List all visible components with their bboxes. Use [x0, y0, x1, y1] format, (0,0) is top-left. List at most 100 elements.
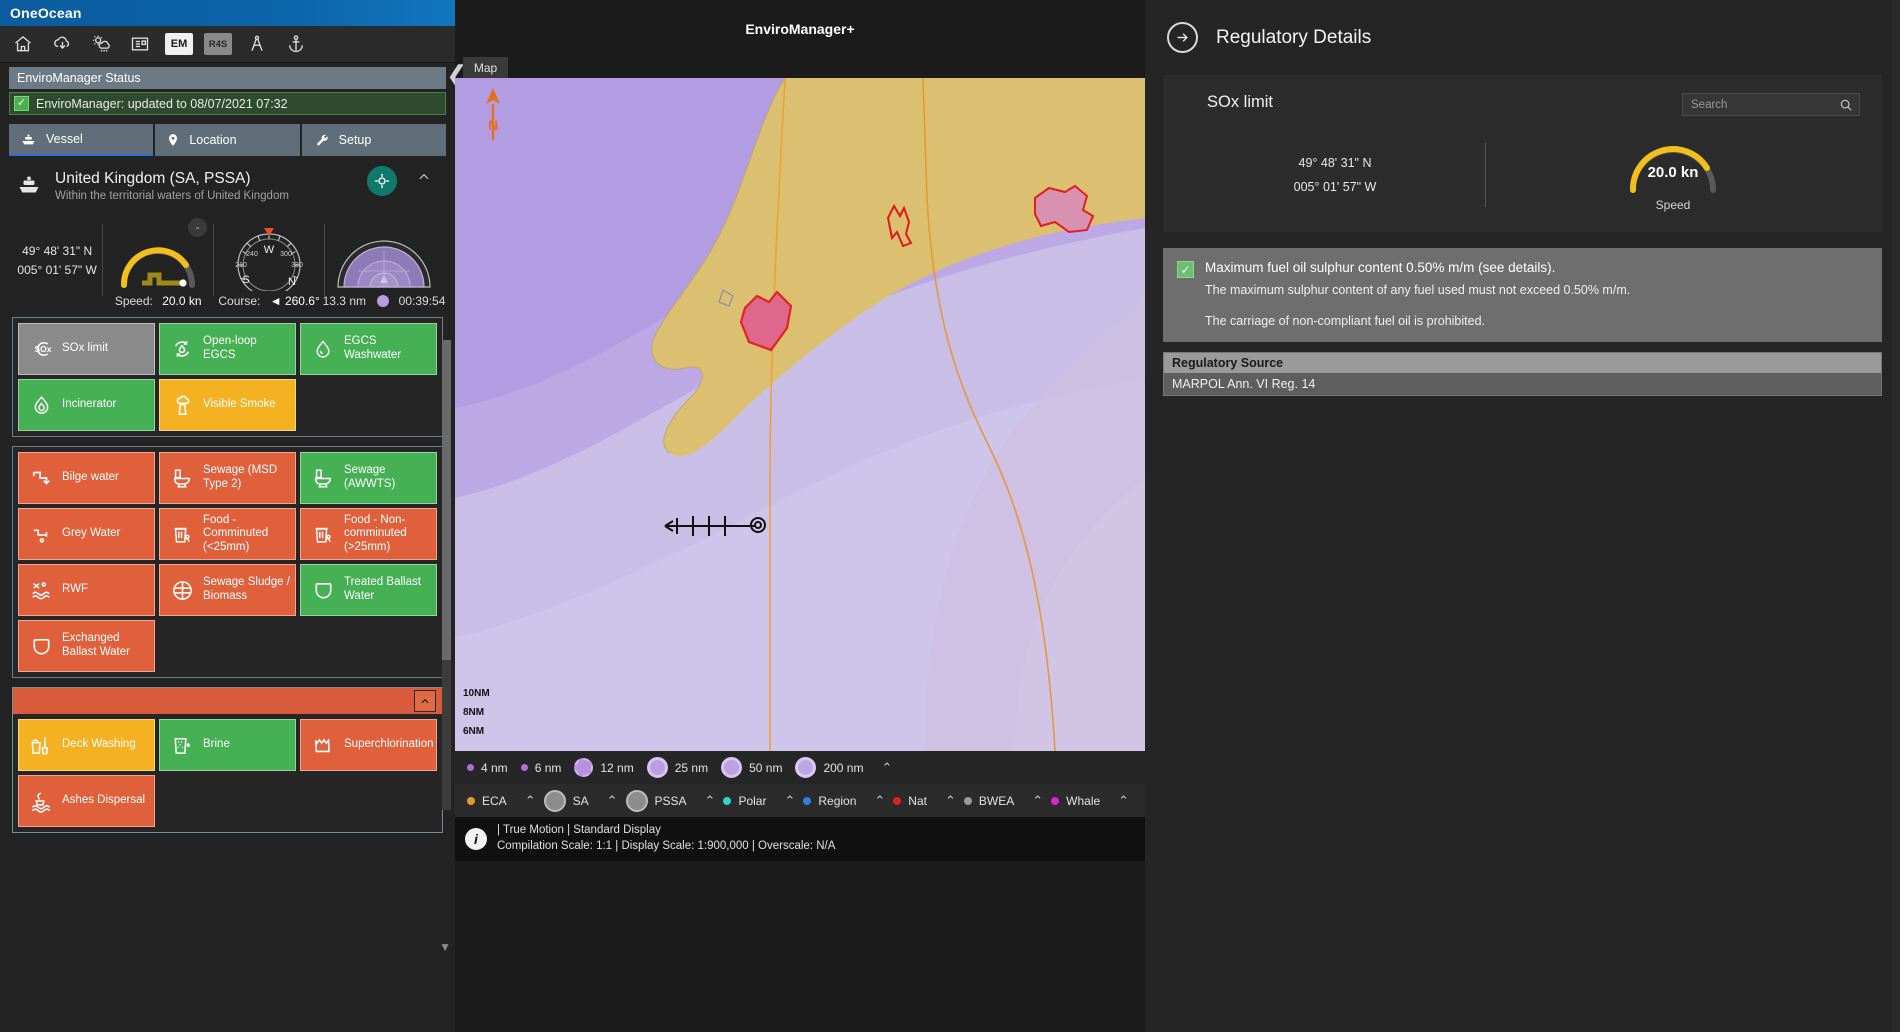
- location-subtitle: Within the territorial waters of United …: [55, 190, 289, 202]
- tile-sewage-awwts[interactable]: Sewage (AWWTS): [300, 452, 437, 504]
- legend-nat[interactable]: Nat: [893, 794, 937, 808]
- course-label: Course:: [218, 294, 261, 308]
- collapse-location-button[interactable]: [415, 170, 433, 189]
- legend-label: Region: [818, 793, 857, 808]
- legend-4nm[interactable]: 4 nm: [467, 761, 518, 775]
- tile-row: Incinerator Visible Smoke: [18, 379, 437, 431]
- r4s-module-button[interactable]: R4S: [201, 29, 235, 59]
- info-icon[interactable]: i: [465, 828, 487, 850]
- speed-gauge: - Speed: 20.0 kn: [103, 212, 213, 308]
- search-box[interactable]: [1682, 93, 1860, 116]
- legend-sa[interactable]: SA: [543, 789, 599, 812]
- tile-treated-ballast-water[interactable]: Treated Ballast Water: [300, 564, 437, 616]
- tile-deck-washing[interactable]: Deck Washing: [18, 719, 155, 771]
- tab-vessel[interactable]: Vessel: [9, 124, 154, 156]
- left-panel-scrollbar[interactable]: [442, 340, 451, 810]
- speed-dial: [121, 247, 196, 288]
- legend-50nm[interactable]: 50 nm: [721, 757, 792, 778]
- tile-superchlorination[interactable]: Superchlorination: [300, 719, 437, 771]
- chevron-up-icon[interactable]: ⌃: [700, 793, 721, 809]
- legend-eca[interactable]: ECA: [467, 794, 517, 808]
- scrollbar-thumb[interactable]: [442, 340, 451, 660]
- table-row[interactable]: MARPOL Ann. VI Reg. 14: [1164, 373, 1881, 395]
- chevron-up-icon[interactable]: ⌃: [602, 793, 623, 809]
- legend-whale[interactable]: Whale: [1051, 794, 1110, 808]
- status-message: EnviroManager: updated to 08/07/2021 07:…: [36, 96, 288, 111]
- chart-canvas[interactable]: N 10NM 8NM 6NM: [455, 78, 1145, 751]
- tile-bilge-water[interactable]: Bilge water: [18, 452, 155, 504]
- legend-12nm[interactable]: 12 nm: [574, 758, 643, 777]
- cloud-download-icon[interactable]: [45, 29, 79, 59]
- weather-icon[interactable]: [84, 29, 118, 59]
- speed-minus-badge[interactable]: -: [188, 218, 208, 237]
- faucet-icon: [28, 523, 54, 545]
- tile-rwf[interactable]: RWF: [18, 564, 155, 616]
- tile-sewage-sludge-biomass[interactable]: Sewage Sludge / Biomass: [159, 564, 296, 616]
- search-input[interactable]: [1691, 98, 1831, 111]
- chevron-up-icon[interactable]: ⌃: [1113, 793, 1134, 809]
- tile-grey-water[interactable]: Grey Water: [18, 508, 155, 560]
- tile-visible-smoke[interactable]: Visible Smoke: [159, 379, 296, 431]
- tile-egcs-washwater[interactable]: EGCS Washwater: [300, 323, 437, 375]
- chevron-up-icon[interactable]: ⌃: [876, 760, 897, 776]
- dividers-icon[interactable]: [240, 29, 274, 59]
- info-line-2: Compilation Scale: 1:1 | Display Scale: …: [497, 840, 836, 852]
- chevron-up-icon[interactable]: ⌃: [520, 793, 541, 809]
- ballast-icon: [28, 635, 54, 658]
- r4s-chip: R4S: [204, 33, 232, 55]
- chevron-up-icon: [421, 698, 429, 703]
- tile-ashes-dispersal[interactable]: Ashes Dispersal: [18, 775, 155, 827]
- chevron-up-icon[interactable]: ⌃: [1027, 793, 1048, 809]
- vessel-stats: 49° 48' 31" N 005° 01' 57" W 20.0 kn Spe…: [1185, 138, 1860, 212]
- tile-group-other-discharges: Deck Washing Brine Superchlorination Ash…: [12, 687, 443, 833]
- legend-200nm[interactable]: 200 nm: [795, 757, 873, 778]
- tile-food-comminuted[interactable]: Food - Comminuted (<25mm): [159, 508, 296, 560]
- longitude-value: 005° 01' 57" W: [1293, 180, 1377, 194]
- tile-sox-limit[interactable]: SOx SOx limit: [18, 323, 155, 375]
- scale-bar: 10NM 8NM 6NM: [463, 688, 490, 745]
- legend-6nm[interactable]: 6 nm: [520, 761, 572, 775]
- news-icon[interactable]: [123, 29, 157, 59]
- map-panel: EnviroManager+ ❮ Map N 10NM 8NM 6NM 4 nm…: [446, 0, 1145, 1032]
- flame-icon: [28, 394, 54, 417]
- tab-location[interactable]: Location: [155, 124, 300, 156]
- legend-bwea[interactable]: BWEA: [963, 794, 1024, 808]
- legend-polar[interactable]: Polar: [723, 794, 776, 808]
- droplet-icon: [310, 338, 336, 361]
- tile-label: EGCS Washwater: [344, 335, 402, 361]
- legend-pssa[interactable]: PSSA: [625, 789, 697, 812]
- tile-label: Deck Washing: [62, 738, 136, 751]
- tab-setup[interactable]: Setup: [301, 124, 446, 156]
- right-panel-scrollbar[interactable]: [1892, 0, 1900, 1032]
- sox-cloud-icon: SOx: [34, 342, 52, 356]
- center-on-vessel-button[interactable]: [367, 166, 397, 196]
- chevron-up-icon[interactable]: ⌃: [869, 793, 890, 809]
- ashes-icon: [28, 790, 54, 813]
- legend-label: 50 nm: [749, 760, 783, 775]
- instrument-strip: 49° 48' 31" N 005° 01' 57" W - Speed: 20…: [12, 212, 445, 308]
- tile-brine[interactable]: Brine: [159, 719, 296, 771]
- legend-label: 200 nm: [823, 760, 864, 775]
- tile-row: SOx SOx limit Open-loop EGCS EGCS Washwa…: [18, 323, 437, 375]
- em-module-button[interactable]: EM: [162, 29, 196, 59]
- tile-open-loop-egcs[interactable]: Open-loop EGCS: [159, 323, 296, 375]
- svg-text:330: 330: [291, 262, 303, 269]
- tile-food-non-comminuted[interactable]: Food - Non-comminuted (>25mm): [300, 508, 437, 560]
- tile-incinerator[interactable]: Incinerator: [18, 379, 155, 431]
- map-tab[interactable]: Map: [463, 57, 508, 78]
- chevron-up-icon[interactable]: ⌃: [779, 793, 800, 809]
- tile-sewage-msd-type-2[interactable]: Sewage (MSD Type 2): [159, 452, 296, 504]
- tile-empty: [159, 775, 296, 827]
- close-panel-button[interactable]: [1167, 22, 1198, 53]
- legend-region[interactable]: Region: [803, 794, 866, 808]
- collapse-group-button[interactable]: [414, 690, 436, 712]
- legend-label: ECA: [482, 793, 507, 808]
- scroll-down-icon[interactable]: ▼: [439, 940, 451, 954]
- tile-label: Treated Ballast Water: [344, 576, 421, 602]
- home-icon[interactable]: [6, 29, 40, 59]
- range-dot-icon: [377, 295, 390, 307]
- anchor-icon[interactable]: [279, 29, 313, 59]
- chevron-up-icon[interactable]: ⌃: [940, 793, 961, 809]
- legend-25nm[interactable]: 25 nm: [646, 757, 718, 778]
- tile-exchanged-ballast-water[interactable]: Exchanged Ballast Water: [18, 620, 155, 672]
